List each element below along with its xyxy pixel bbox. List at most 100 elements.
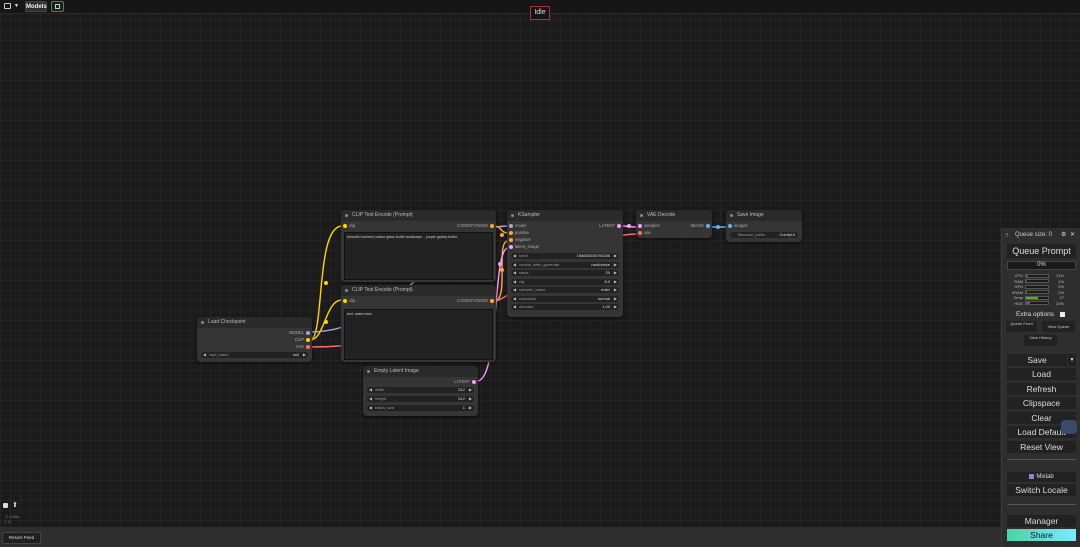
monitor-value: 2%	[1058, 289, 1064, 295]
node-title[interactable]: Empty Latent Image	[363, 366, 478, 377]
output-port-image[interactable]	[706, 224, 710, 228]
node-vae-decode[interactable]: VAE Decode samples vae IMAGE	[636, 210, 712, 238]
models-label: Models	[26, 4, 47, 10]
widget-sampler-name[interactable]: ◀ sampler_name euler ▶	[511, 287, 619, 293]
input-label-clip: clip	[349, 298, 356, 303]
widget-steps[interactable]: ◀ steps 20 ▶	[511, 270, 619, 276]
widget-seed[interactable]: ◀ seed 156680208700285 ▶	[511, 253, 619, 259]
input-port-samples[interactable]	[638, 224, 642, 228]
node-load-checkpoint[interactable]: Load Checkpoint MODEL CLIP VAE ◀ ckpt_nam…	[197, 317, 312, 362]
workflow-menu-icon	[4, 3, 11, 9]
mixlab-button[interactable]: Mixlab	[1007, 472, 1076, 482]
node-clip-text-encode-positive[interactable]: CLIP Text Encode (Prompt) clip CONDITION…	[341, 210, 496, 282]
node-title[interactable]: Save Image	[726, 210, 802, 221]
drag-handle-icon[interactable]: ⠿	[1005, 233, 1009, 239]
widget-width[interactable]: ◀ width 512 ▶	[367, 387, 474, 393]
widget-value: 512	[458, 396, 465, 401]
output-port-latent[interactable]	[472, 380, 476, 384]
refresh-button[interactable]: Refresh	[1007, 383, 1076, 395]
monitor-bar	[1025, 284, 1049, 289]
save-icon-small[interactable]	[3, 503, 8, 508]
save-button[interactable]: Save	[1007, 354, 1067, 366]
status-iterations: I: 0	[5, 519, 11, 524]
widget-batch-size[interactable]: ◀ batch_size 1 ▶	[367, 405, 474, 411]
clipspace-button[interactable]: Clipspace	[1007, 397, 1076, 409]
prompt-textarea[interactable]: beautiful scenery nature glass bottle la…	[344, 232, 493, 280]
output-port-model[interactable]	[306, 331, 310, 335]
widget-cfg[interactable]: ◀ cfg 8.0 ▶	[511, 278, 619, 285]
floating-assistant-icon[interactable]	[1061, 420, 1077, 434]
node-title[interactable]: KSampler	[507, 210, 623, 221]
node-ksampler[interactable]: KSampler model positive negative latent_…	[507, 210, 623, 317]
upload-icon[interactable]: ⬆	[12, 501, 18, 509]
switch-locale-button[interactable]: Switch Locale	[1007, 484, 1076, 496]
queue-prompt-button[interactable]: Queue Prompt	[1007, 244, 1076, 258]
share-button[interactable]: Share	[1007, 529, 1076, 541]
node-save-image[interactable]: Save Image images filename_prefix ComfyUI	[726, 210, 802, 242]
output-port-latent[interactable]	[617, 224, 621, 228]
output-port-vae[interactable]	[306, 345, 310, 349]
output-label-image: IMAGE	[690, 223, 705, 228]
input-port-latent-image[interactable]	[509, 245, 513, 249]
manager-button[interactable]: Manager	[1007, 515, 1076, 527]
node-title[interactable]: VAE Decode	[636, 210, 712, 221]
widget-value: 20	[605, 270, 610, 275]
wire-negative	[493, 240, 509, 302]
input-port-clip[interactable]	[343, 224, 347, 228]
widget-label: cfg	[519, 278, 525, 284]
widget-value: ComfyUI	[779, 232, 795, 237]
monitor-label: VRAM	[1011, 289, 1023, 295]
node-title[interactable]: CLIP Text Encode (Prompt)	[341, 285, 496, 296]
node-title[interactable]: CLIP Text Encode (Prompt)	[341, 210, 496, 221]
save-workflow-button[interactable]	[51, 1, 64, 12]
wire-positive	[493, 225, 509, 234]
queue-front-button[interactable]: Queue Front	[1006, 321, 1037, 332]
monitor-row-temp: Temp 27	[1009, 295, 1071, 300]
node-empty-latent-image[interactable]: Empty Latent Image LATENT ◀ width 512 ▶ ◀ he…	[363, 366, 478, 416]
output-port-clip[interactable]	[306, 338, 310, 342]
output-port-conditioning[interactable]	[490, 299, 494, 303]
widget-ckpt-name[interactable]: ◀ ckpt_name null ▶	[201, 352, 308, 358]
extra-options-checkbox[interactable]	[1060, 312, 1065, 317]
widget-height[interactable]: ◀ height 512 ▶	[367, 396, 474, 402]
input-port-vae[interactable]	[638, 231, 642, 235]
prompt-textarea[interactable]: text, watermark	[344, 309, 493, 360]
workflow-menu-button[interactable]: ▼	[3, 1, 20, 12]
save-dropdown-button[interactable]: ▼	[1068, 354, 1076, 366]
reset-view-button[interactable]: Reset View	[1007, 441, 1076, 453]
monitor-label: CPU	[1014, 273, 1023, 278]
close-icon[interactable]: ✕	[1070, 231, 1075, 238]
gear-icon[interactable]: ⚙	[1061, 231, 1066, 238]
output-port-conditioning[interactable]	[490, 224, 494, 228]
widget-value: 512	[458, 387, 465, 392]
widget-value: euler	[601, 287, 610, 292]
widget-label: height	[375, 396, 386, 401]
view-queue-button[interactable]: View Queue	[1042, 321, 1075, 332]
monitor-bar	[1025, 290, 1049, 294]
view-history-button[interactable]: View History	[1024, 335, 1057, 346]
input-port-model[interactable]	[509, 224, 513, 228]
input-label-latent-image: latent_image	[515, 244, 539, 249]
monitor-fill	[1026, 274, 1029, 277]
input-port-images[interactable]	[728, 224, 732, 228]
output-label-conditioning: CONDITIONING	[457, 223, 488, 228]
input-label-vae: vae	[644, 230, 651, 235]
input-label-positive: positive	[515, 230, 530, 235]
widget-filename-prefix[interactable]: filename_prefix ComfyUI	[730, 232, 798, 238]
monitor-label: HDD	[1014, 300, 1023, 306]
resize-feed-button[interactable]: Resize Feed	[2, 532, 41, 544]
widget-control-after-generate[interactable]: ◀ control_after_generate randomize ▶	[511, 261, 619, 268]
widget-denoise[interactable]: ◀ denoise 1.00 ▶	[511, 304, 619, 310]
monitor-value: 0%	[1058, 284, 1064, 289]
monitor-label: RAM	[1014, 278, 1023, 284]
node-clip-text-encode-negative[interactable]: CLIP Text Encode (Prompt) clip CONDITION…	[341, 285, 496, 362]
widget-scheduler[interactable]: ◀ scheduler normal ▶	[511, 295, 619, 302]
monitor-label: Temp	[1013, 295, 1023, 300]
input-port-positive[interactable]	[509, 231, 513, 235]
input-port-negative[interactable]	[509, 238, 513, 242]
load-button[interactable]: Load	[1007, 368, 1076, 380]
input-port-clip[interactable]	[343, 299, 347, 303]
node-title[interactable]: Load Checkpoint	[197, 317, 312, 328]
models-button[interactable]: Models	[25, 1, 47, 12]
widget-label: width	[375, 387, 385, 392]
